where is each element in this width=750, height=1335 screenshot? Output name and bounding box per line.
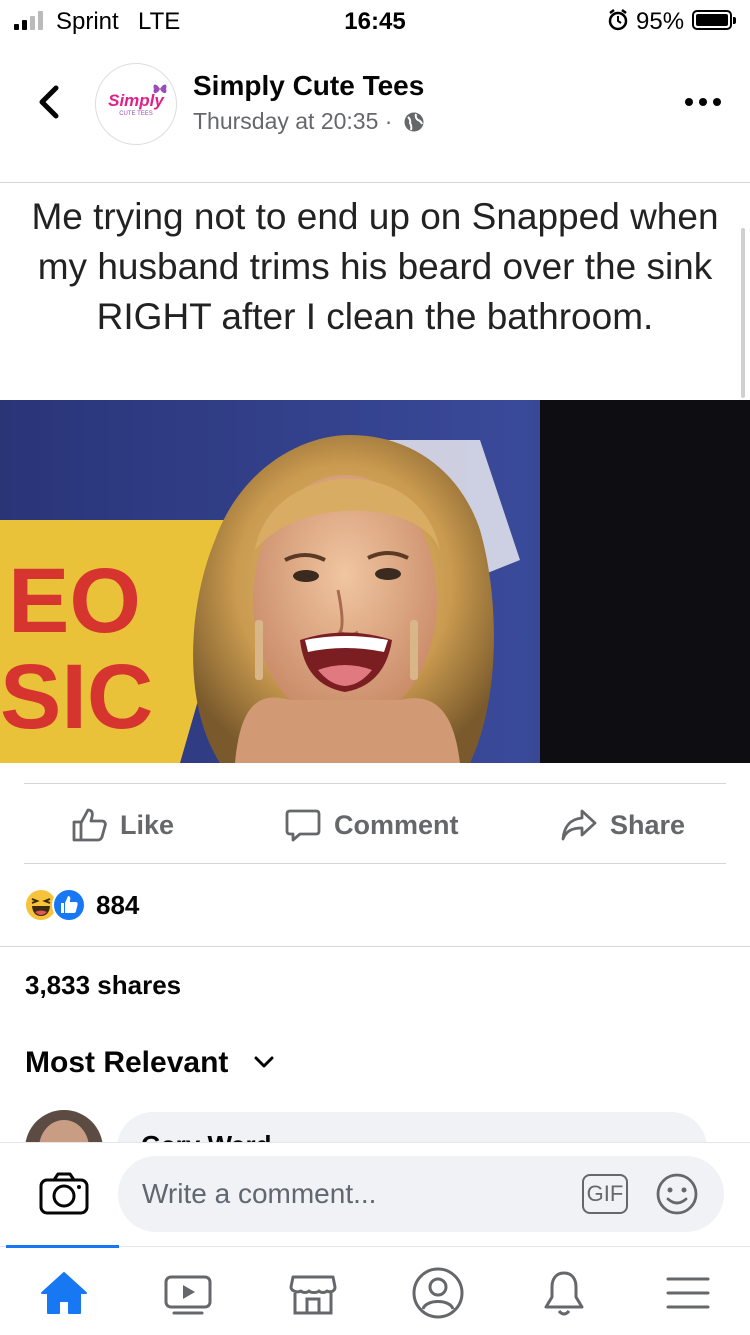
profile-icon[interactable]: [410, 1265, 466, 1321]
marketplace-icon[interactable]: [285, 1265, 341, 1321]
more-options-icon[interactable]: [683, 90, 723, 114]
globe-icon: [404, 112, 424, 132]
actions-bottom-divider: [24, 863, 726, 864]
timestamp-text: Thursday at 20:35 ·: [193, 108, 393, 134]
chevron-down-icon: [254, 1056, 274, 1068]
comment-sort-dropdown[interactable]: Most Relevant: [25, 1046, 275, 1080]
photo-sign-text: SIC: [0, 646, 153, 748]
caption-line: Me trying not to end up on Snapped when: [31, 196, 719, 237]
caption-line: RIGHT after I clean the bathroom.: [96, 296, 654, 337]
header-divider: [0, 182, 750, 183]
like-button[interactable]: Like: [70, 800, 174, 850]
back-icon[interactable]: [30, 82, 70, 122]
gif-label: GIF: [586, 1181, 624, 1206]
status-bar: Sprint LTE 16:45 95%: [0, 0, 750, 44]
battery-icon: [692, 10, 736, 30]
bottom-tab-bar: [0, 1245, 750, 1335]
video-icon[interactable]: [160, 1265, 216, 1321]
comment-bubble-icon: [285, 809, 321, 842]
reactions-divider: [0, 946, 750, 947]
page-name[interactable]: Simply Cute Tees: [193, 70, 424, 102]
battery-percent: 95%: [636, 8, 685, 35]
comment-label: Comment: [334, 809, 459, 840]
photo-sign-text: EO: [8, 550, 141, 652]
post-timestamp: Thursday at 20:35 ·: [193, 108, 425, 135]
actions-top-divider: [24, 783, 726, 784]
share-button[interactable]: Share: [560, 800, 685, 850]
emoji-icon[interactable]: [655, 1172, 699, 1216]
caption-line: my husband trims his beard over the sink: [37, 246, 713, 287]
menu-icon[interactable]: [660, 1265, 716, 1321]
share-label: Share: [610, 809, 686, 840]
avatar-logo-subtext: CUTE TEES: [119, 111, 153, 117]
thumbs-up-icon: [72, 808, 107, 842]
comment-button[interactable]: Comment: [284, 800, 459, 850]
comment-sort-label: Most Relevant: [25, 1046, 229, 1079]
like-reaction-icon: [52, 888, 86, 922]
alarm-icon: [608, 9, 628, 31]
share-arrow-icon: [561, 809, 597, 841]
photo-illustration: EO SIC: [0, 400, 750, 763]
active-tab-indicator: [6, 1245, 119, 1248]
notifications-bell-icon[interactable]: [536, 1265, 592, 1321]
home-icon[interactable]: [36, 1265, 92, 1321]
camera-icon[interactable]: [38, 1170, 90, 1216]
post-photo[interactable]: EO SIC: [0, 400, 750, 763]
comment-input[interactable]: [118, 1156, 724, 1232]
scroll-indicator: [741, 228, 745, 398]
like-label: Like: [120, 809, 175, 840]
page-avatar[interactable]: Simply CUTE TEES: [95, 63, 177, 145]
butterfly-icon: [153, 84, 167, 94]
post-caption: Me trying not to end up on Snapped when …: [0, 192, 750, 342]
shares-count[interactable]: 3,833 shares: [25, 970, 181, 1001]
reaction-count: 884: [96, 889, 140, 920]
gif-button[interactable]: GIF: [582, 1174, 628, 1214]
reactions-summary[interactable]: 884: [24, 887, 139, 923]
